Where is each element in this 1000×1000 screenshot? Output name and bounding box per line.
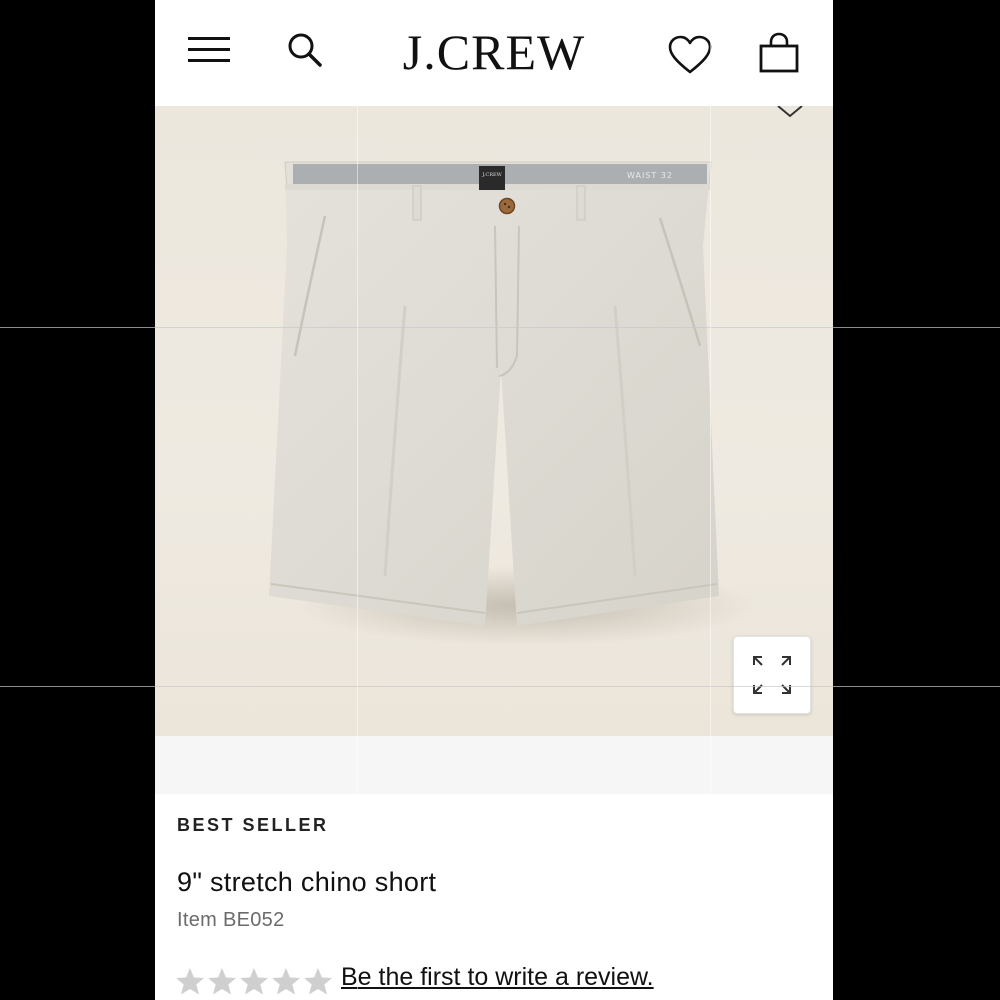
star-rating[interactable] (175, 967, 339, 997)
star-icon (240, 968, 268, 995)
grid-line (710, 0, 711, 1000)
star-icon (176, 968, 204, 995)
label-tag: J.CREW (481, 172, 502, 178)
product-page: J.CREW J.CREW WAIST 32 BEST SELLER 9" st… (155, 0, 833, 1000)
grid-line (0, 686, 1000, 687)
chino-shorts-illustration: J.CREW WAIST 32 (269, 161, 757, 646)
product-title: 9" stretch chino short (177, 867, 437, 897)
hamburger-menu-icon[interactable] (188, 34, 230, 66)
image-gallery-strip (155, 736, 833, 794)
star-icon (304, 968, 332, 995)
site-header: J.CREW (155, 0, 833, 106)
zoom-button[interactable] (733, 636, 811, 714)
shopping-bag-icon[interactable] (758, 32, 800, 74)
brand-logo-text[interactable]: J.CREW (403, 24, 585, 80)
grid-line (0, 327, 1000, 328)
heart-icon[interactable] (668, 35, 712, 75)
best-seller-badge: BEST SELLER (177, 815, 329, 835)
waist-tag: WAIST 32 (627, 171, 673, 180)
item-number: Item BE052 (177, 909, 285, 931)
grid-line (357, 0, 358, 1000)
star-icon (272, 968, 300, 995)
star-icon (208, 968, 236, 995)
product-image[interactable]: J.CREW WAIST 32 (155, 106, 833, 736)
brand-logo: J.CREW (155, 24, 833, 80)
expand-icon (753, 656, 791, 694)
search-icon[interactable] (285, 30, 325, 70)
write-review-link[interactable]: Be the first to write a review. (341, 963, 654, 992)
